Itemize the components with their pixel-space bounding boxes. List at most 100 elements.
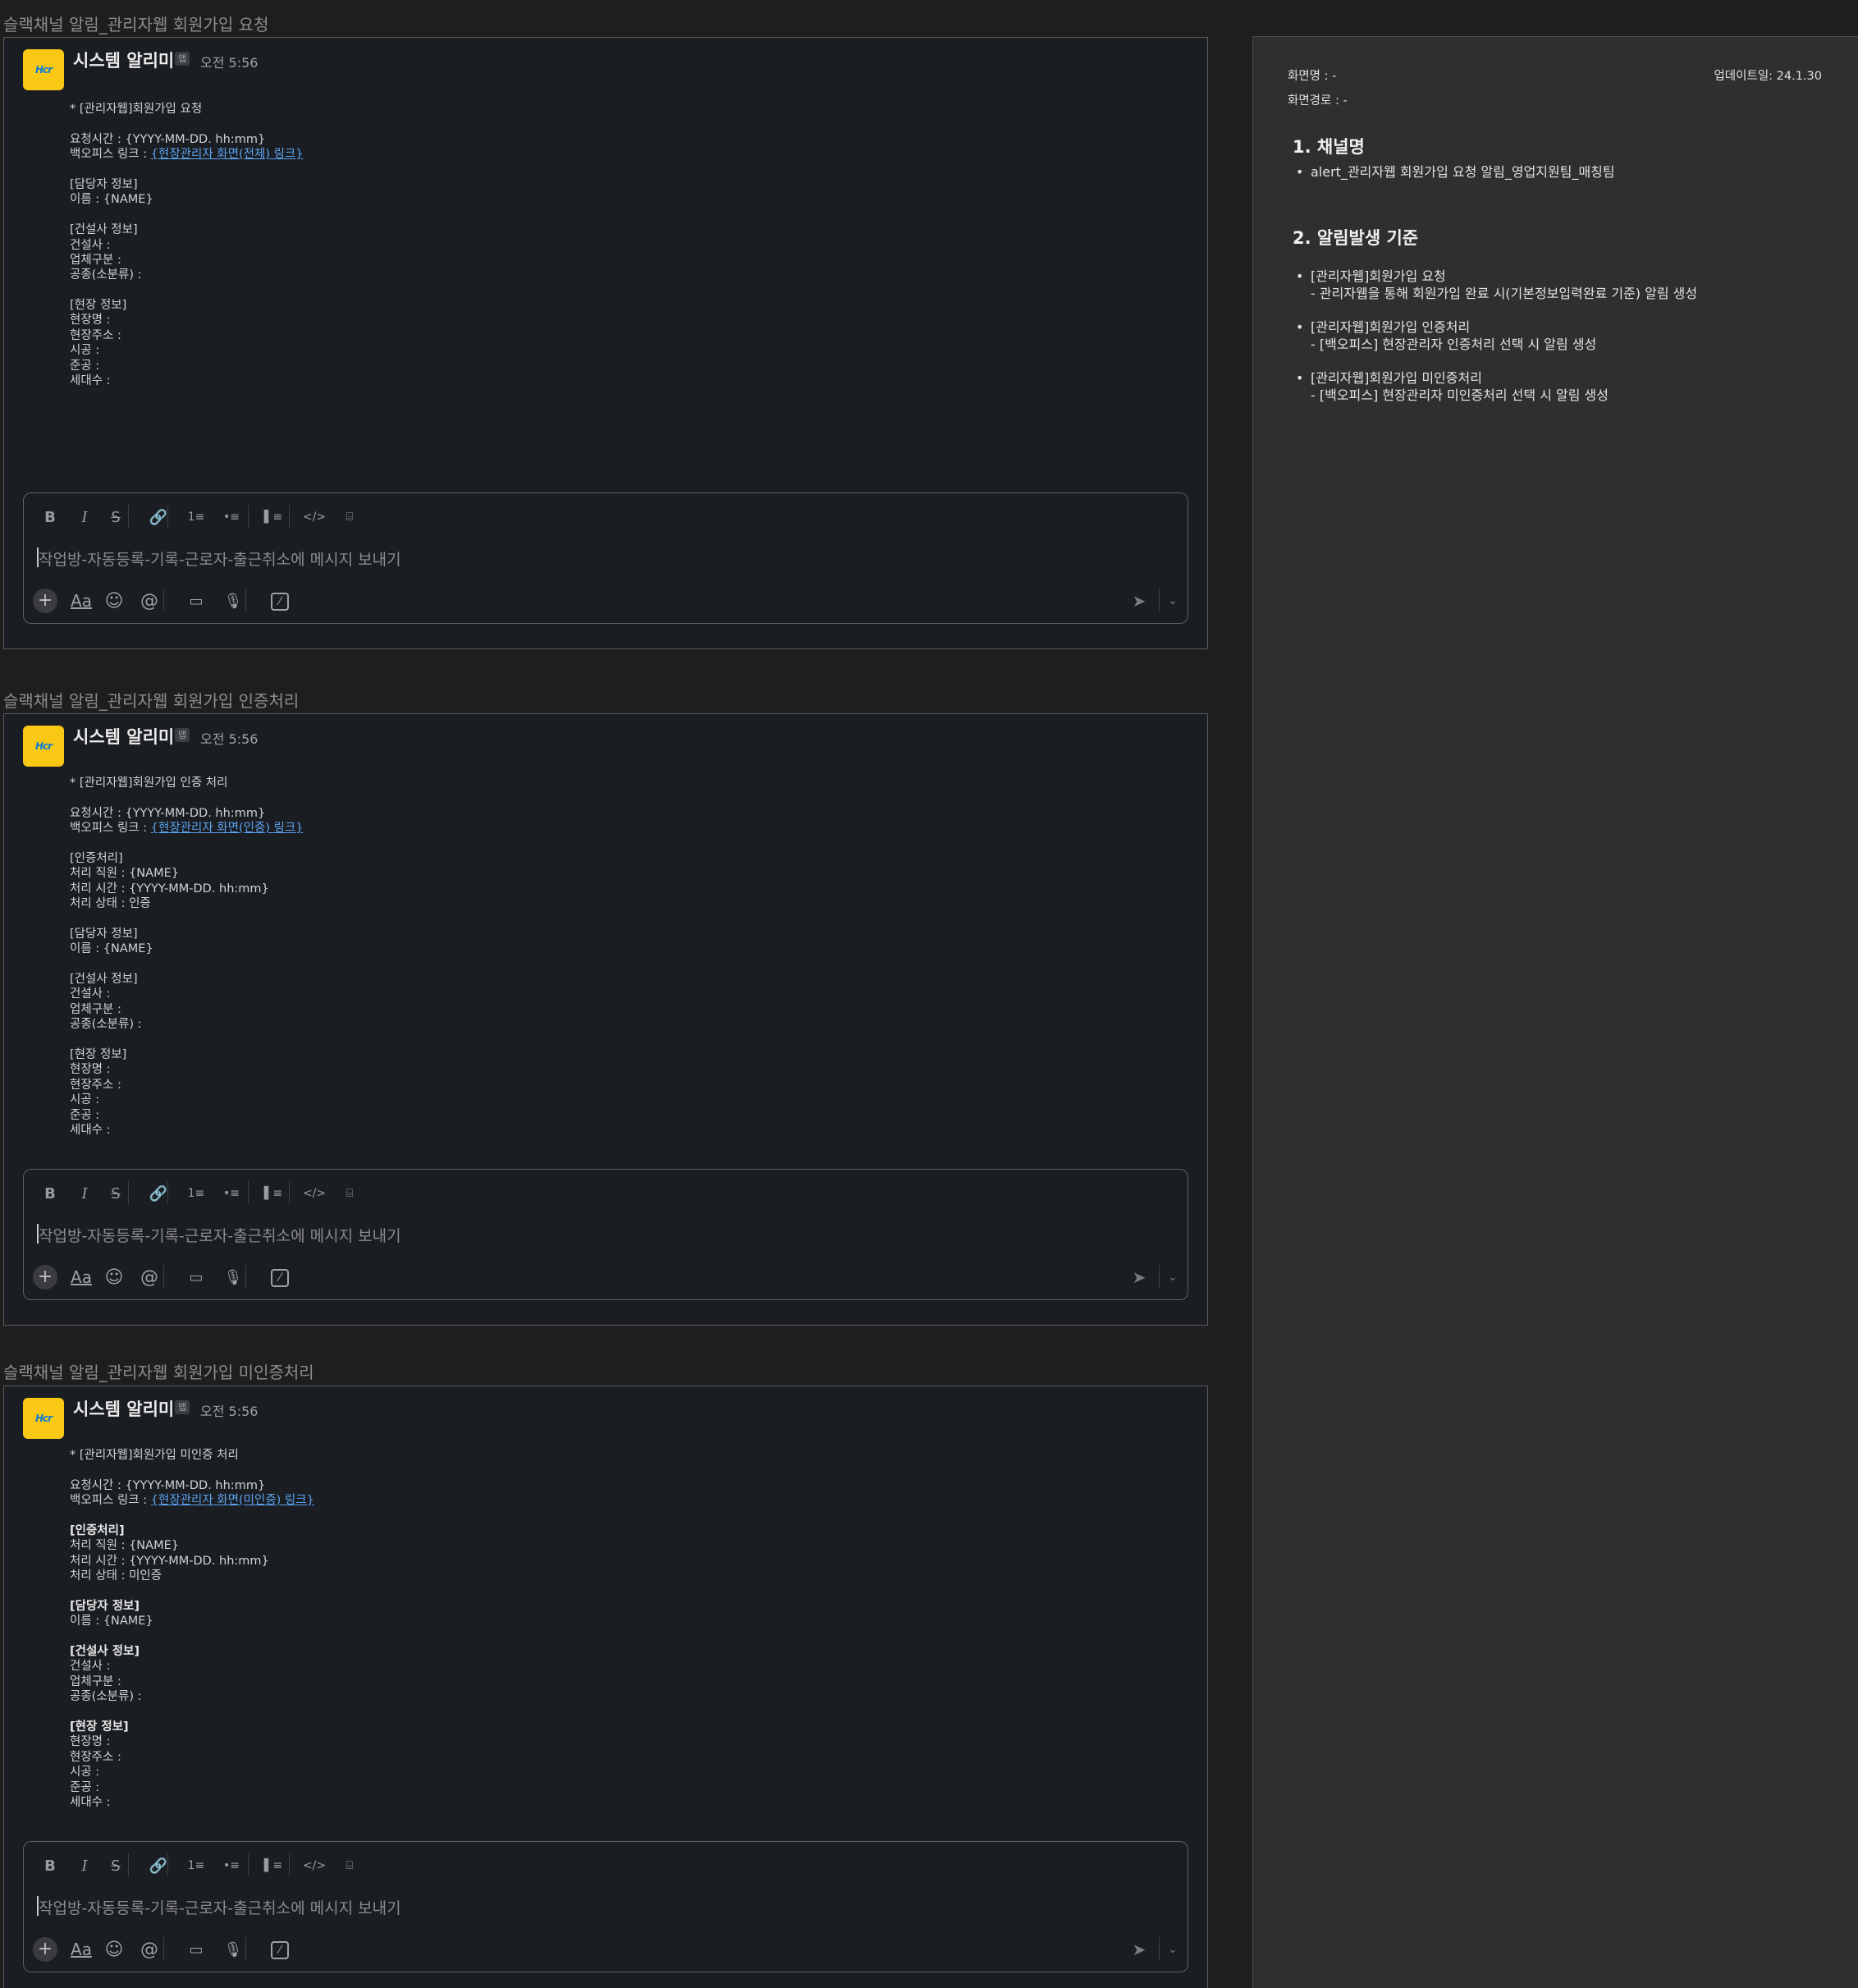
bulleted-list-icon[interactable]: •≡	[220, 508, 243, 526]
blockquote-icon[interactable]: ▌≡	[262, 508, 285, 526]
message-line: [인증처리]	[70, 851, 304, 866]
sender-name[interactable]: 시스템 알리미	[73, 48, 174, 72]
message-line: 세대수 :	[70, 373, 304, 388]
plus-icon[interactable]: +	[33, 1265, 57, 1289]
blockquote-icon[interactable]: ▌≡	[262, 1184, 285, 1202]
microphone-icon[interactable]: 🎙	[219, 1939, 247, 1960]
emoji-icon[interactable]: ☺	[100, 590, 128, 612]
message-line-text: 건설사 :	[70, 987, 111, 1001]
message-line-text: 시공 :	[70, 344, 100, 358]
message-line-text: [담당자 정보]	[70, 177, 138, 191]
strikethrough-icon[interactable]: S	[104, 508, 127, 526]
bold-icon[interactable]: B	[39, 508, 62, 526]
message-line: 이름 : {NAME}	[70, 1614, 314, 1628]
send-options-icon[interactable]: ⌄	[1165, 1939, 1181, 1960]
message-line: 백오피스 링크 : {현장관리자 화면(전체) 링크}	[70, 147, 304, 162]
italic-icon[interactable]: I	[73, 1857, 96, 1875]
mention-icon[interactable]: @	[135, 1939, 163, 1960]
ordered-list-icon[interactable]: 1≡	[185, 508, 208, 526]
message-time[interactable]: 오전 5:56	[200, 1400, 258, 1420]
ordered-list-icon[interactable]: 1≡	[185, 1857, 208, 1875]
message-line-text: [현장 정보]	[70, 1048, 127, 1062]
link-icon[interactable]: 🔗	[147, 508, 170, 526]
send-icon[interactable]: ➤	[1128, 1939, 1151, 1960]
code-icon[interactable]: </>	[303, 508, 326, 526]
plus-icon[interactable]: +	[33, 1937, 57, 1962]
slash-command-icon[interactable]: ⁄	[271, 593, 289, 611]
backoffice-link[interactable]: {현장관리자 화면(전체) 링크}	[151, 148, 304, 161]
italic-icon[interactable]: I	[73, 1184, 96, 1202]
code-icon[interactable]: </>	[303, 1857, 326, 1875]
bullet: •	[1296, 164, 1304, 180]
link-icon[interactable]: 🔗	[147, 1184, 170, 1202]
mention-icon[interactable]: @	[135, 590, 163, 612]
ordered-list-icon[interactable]: 1≡	[185, 1184, 208, 1202]
avatar[interactable]: Hcr	[23, 1398, 64, 1439]
message-line: [건설사 정보]	[70, 222, 304, 237]
message-line	[70, 957, 304, 972]
message-composer[interactable]: B I S 🔗 1≡ •≡ ▌≡ </> ⌸ 작업방-자동등록-기록-근로자-출근취소에 메시지 …	[23, 492, 1188, 624]
slash-command-icon[interactable]: ⁄	[271, 1941, 289, 1959]
video-icon[interactable]: ▭	[182, 590, 210, 612]
section-title: 슬랙채널 알림_관리자웹 회원가입 인증처리	[3, 691, 300, 711]
message-input[interactable]: 작업방-자동등록-기록-근로자-출근취소에 메시지 보내기	[39, 547, 401, 570]
microphone-icon[interactable]: 🎙	[219, 590, 247, 612]
bulleted-list-icon[interactable]: •≡	[220, 1857, 243, 1875]
code-block-icon[interactable]: ⌸	[338, 1184, 361, 1202]
text-format-icon[interactable]: Aa	[67, 590, 95, 612]
backoffice-link[interactable]: {현장관리자 화면(인증) 링크}	[151, 822, 304, 835]
message-input[interactable]: 작업방-자동등록-기록-근로자-출근취소에 메시지 보내기	[39, 1896, 401, 1918]
message-composer[interactable]: B I S 🔗 1≡ •≡ ▌≡ </> ⌸ 작업방-자동등록-기록-근로자-출근취소에 메시지 …	[23, 1169, 1188, 1300]
code-block-icon[interactable]: ⌸	[338, 1857, 361, 1875]
message-line: 처리 상태 : 미인증	[70, 1569, 314, 1583]
message-line-text: 요청시간 : {YYYY-MM-DD. hh:mm}	[70, 806, 266, 820]
message-time[interactable]: 오전 5:56	[200, 728, 258, 748]
strikethrough-icon[interactable]: S	[104, 1184, 127, 1202]
text-format-icon[interactable]: Aa	[67, 1939, 95, 1960]
message-input[interactable]: 작업방-자동등록-기록-근로자-출근취소에 메시지 보내기	[39, 1224, 401, 1246]
message-line: 현장명 :	[70, 1062, 304, 1077]
emoji-icon[interactable]: ☺	[100, 1267, 128, 1288]
message-composer[interactable]: B I S 🔗 1≡ •≡ ▌≡ </> ⌸ 작업방-자동등록-기록-근로자-출근취소에 메시지 …	[23, 1841, 1188, 1972]
message-line-text: 준공 :	[70, 1108, 100, 1122]
plus-icon[interactable]: +	[33, 589, 57, 613]
app-badge: 앱	[175, 52, 190, 66]
slash-command-icon[interactable]: ⁄	[271, 1269, 289, 1287]
video-icon[interactable]: ▭	[182, 1267, 210, 1288]
toolbar-divider	[128, 505, 129, 528]
message-line-text: 처리 직원 : {NAME}	[70, 1539, 179, 1553]
bulleted-list-icon[interactable]: •≡	[220, 1184, 243, 1202]
message-line-text: 처리 상태 : 인증	[70, 897, 151, 911]
message-line: 처리 시간 : {YYYY-MM-DD. hh:mm}	[70, 882, 304, 896]
microphone-icon[interactable]: 🎙	[219, 1267, 247, 1288]
blockquote-icon[interactable]: ▌≡	[262, 1857, 285, 1875]
strikethrough-icon[interactable]: S	[104, 1857, 127, 1875]
code-block-icon[interactable]: ⌸	[338, 508, 361, 526]
send-options-icon[interactable]: ⌄	[1165, 1267, 1181, 1288]
code-icon[interactable]: </>	[303, 1184, 326, 1202]
avatar[interactable]: Hcr	[23, 726, 64, 767]
link-icon[interactable]: 🔗	[147, 1857, 170, 1875]
backoffice-link[interactable]: {현장관리자 화면(미인증) 링크}	[151, 1494, 314, 1507]
send-icon[interactable]: ➤	[1128, 1267, 1151, 1288]
bold-icon[interactable]: B	[39, 1184, 62, 1202]
app-badge: 앱	[175, 728, 190, 742]
criteria-title: [관리자웹]회원가입 인증처리	[1311, 319, 1471, 335]
message-line: 세대수 :	[70, 1795, 314, 1810]
send-icon[interactable]: ➤	[1128, 590, 1151, 612]
sender-name[interactable]: 시스템 알리미	[73, 724, 174, 749]
bold-icon[interactable]: B	[39, 1857, 62, 1875]
message-line: 공종(소분류) :	[70, 268, 304, 282]
message-line-text: [담당자 정보]	[70, 927, 138, 941]
message-line-text: [건설사 정보]	[70, 973, 138, 987]
emoji-icon[interactable]: ☺	[100, 1939, 128, 1960]
video-icon[interactable]: ▭	[182, 1939, 210, 1960]
mention-icon[interactable]: @	[135, 1267, 163, 1288]
send-options-icon[interactable]: ⌄	[1165, 590, 1181, 612]
message-time[interactable]: 오전 5:56	[200, 52, 258, 71]
italic-icon[interactable]: I	[73, 508, 96, 526]
avatar[interactable]: Hcr	[23, 49, 64, 90]
sender-name[interactable]: 시스템 알리미	[73, 1396, 174, 1421]
text-format-icon[interactable]: Aa	[67, 1267, 95, 1288]
message-line	[70, 1629, 314, 1644]
